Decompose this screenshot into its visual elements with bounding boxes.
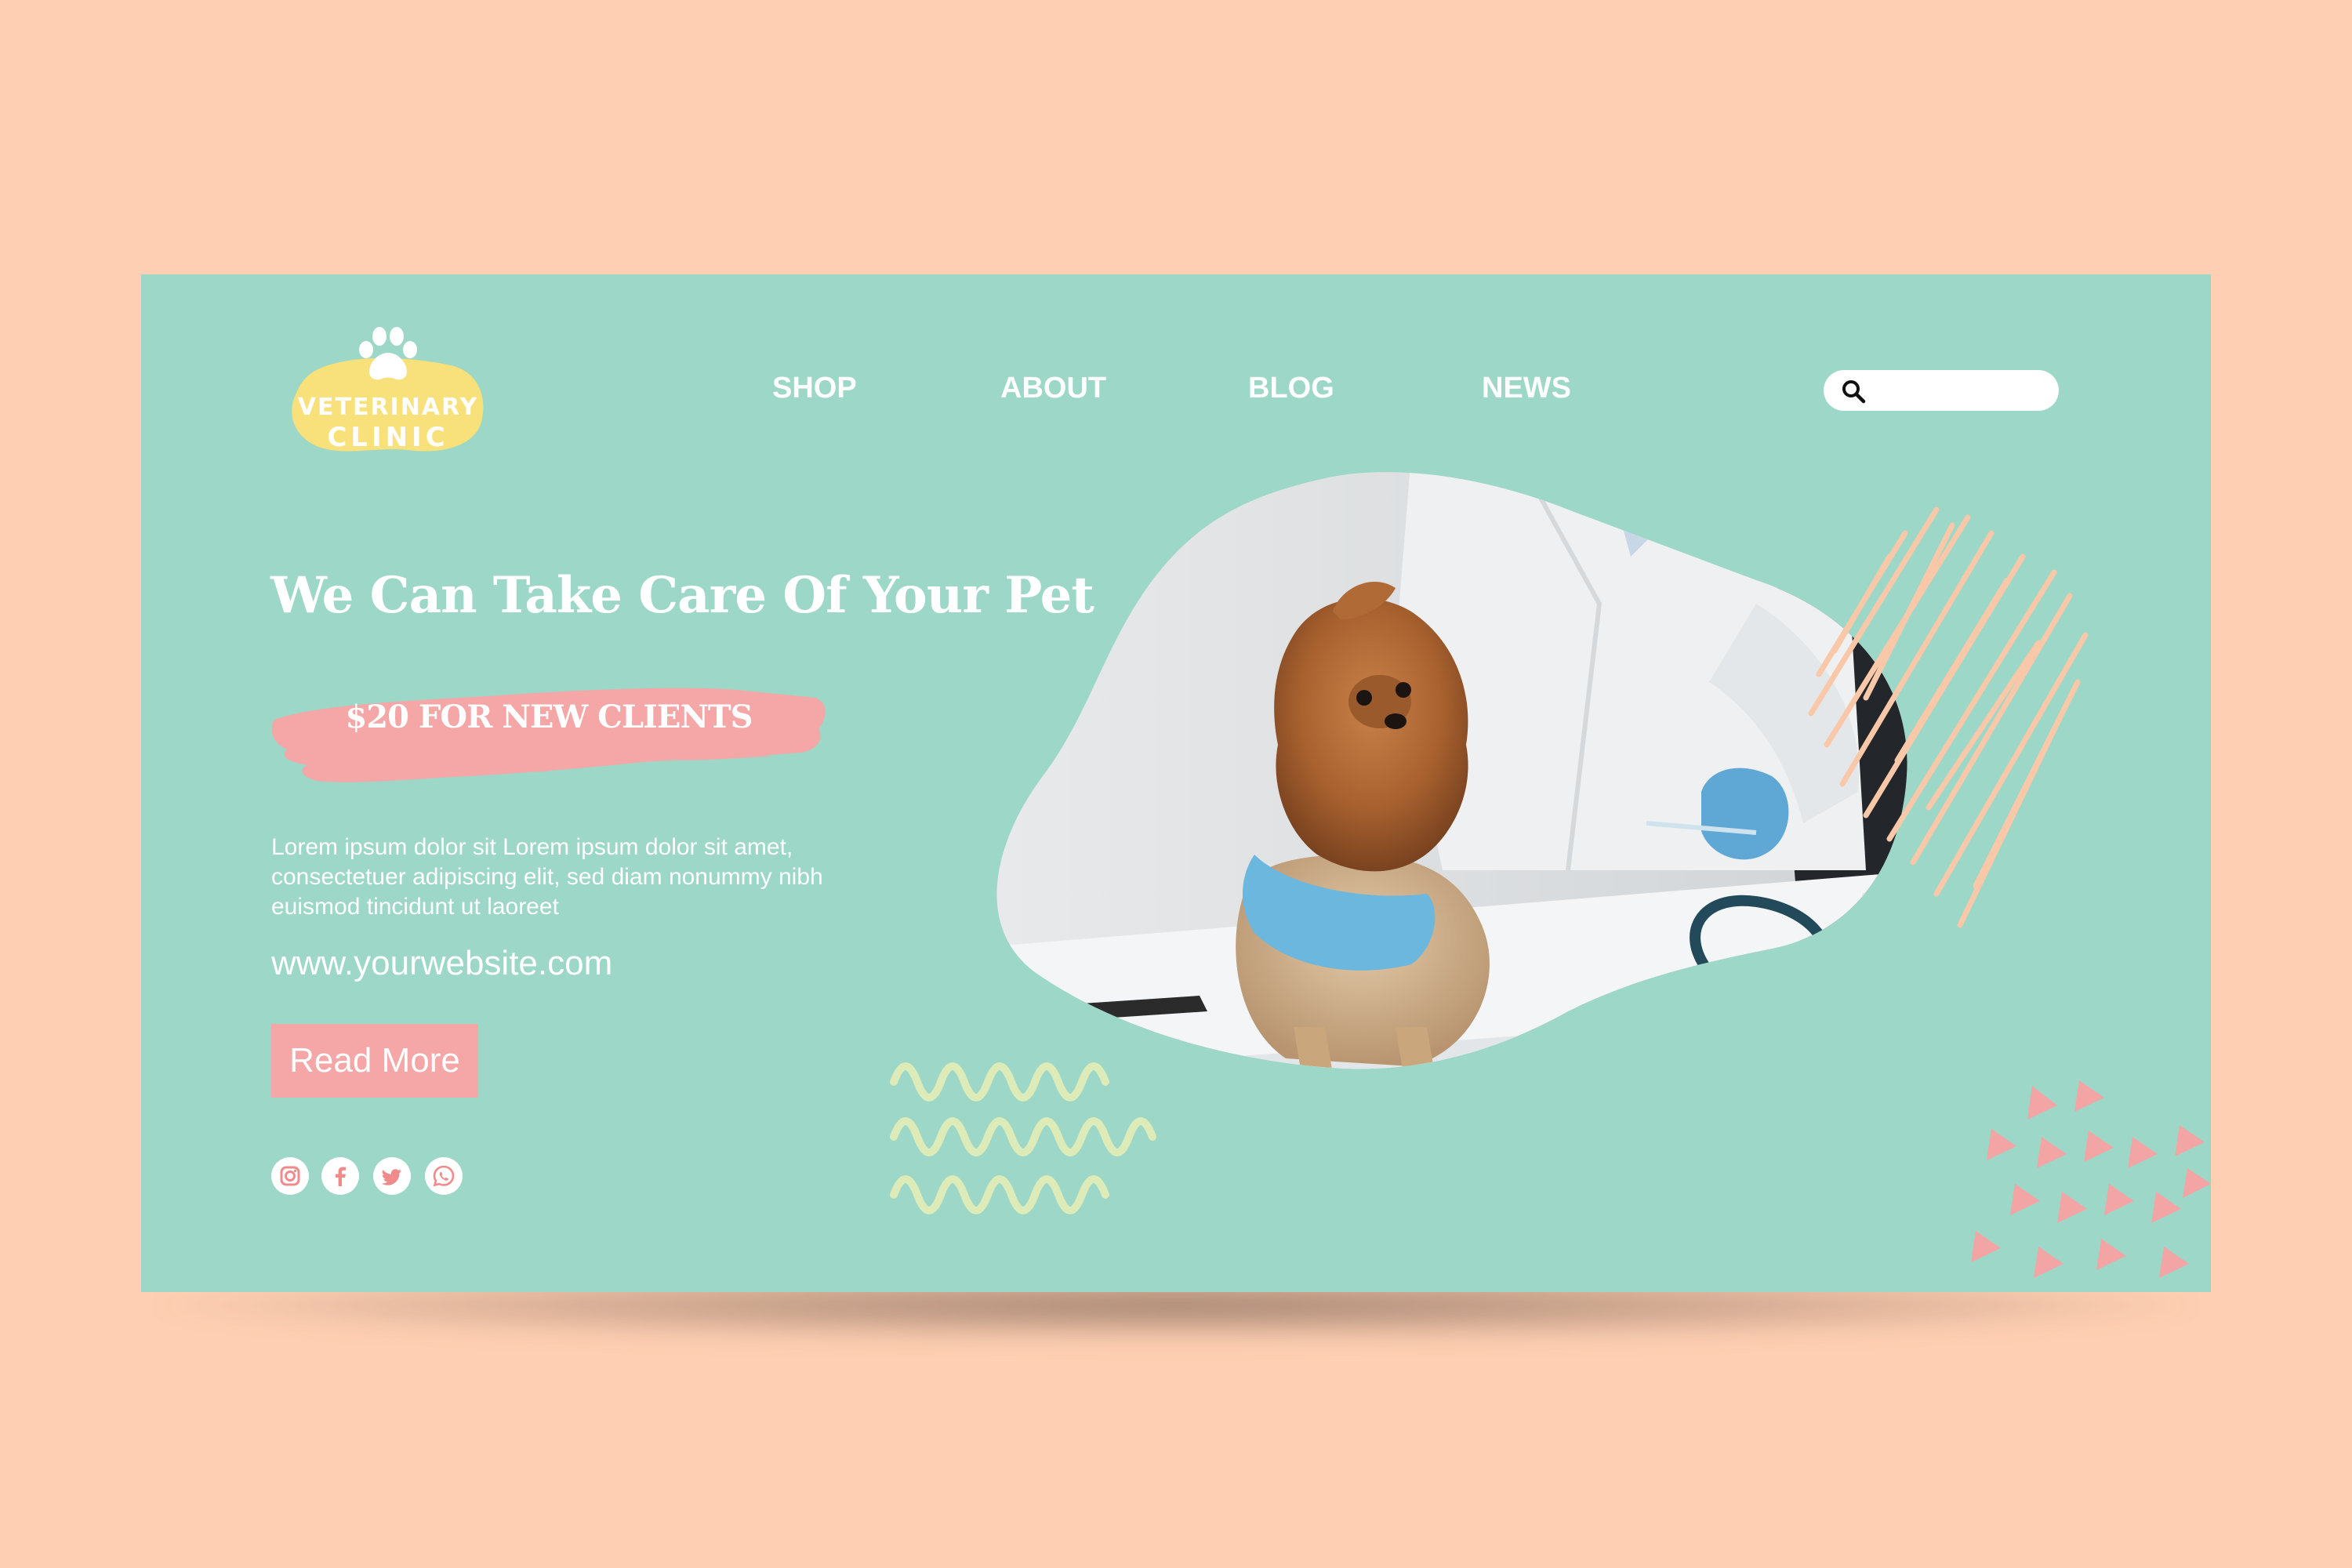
vet-with-dog-photo	[996, 472, 1907, 1069]
hero-banner: VETERINARY CLINIC SHOP ABOUT BLOG NEWS W…	[141, 274, 2211, 1292]
